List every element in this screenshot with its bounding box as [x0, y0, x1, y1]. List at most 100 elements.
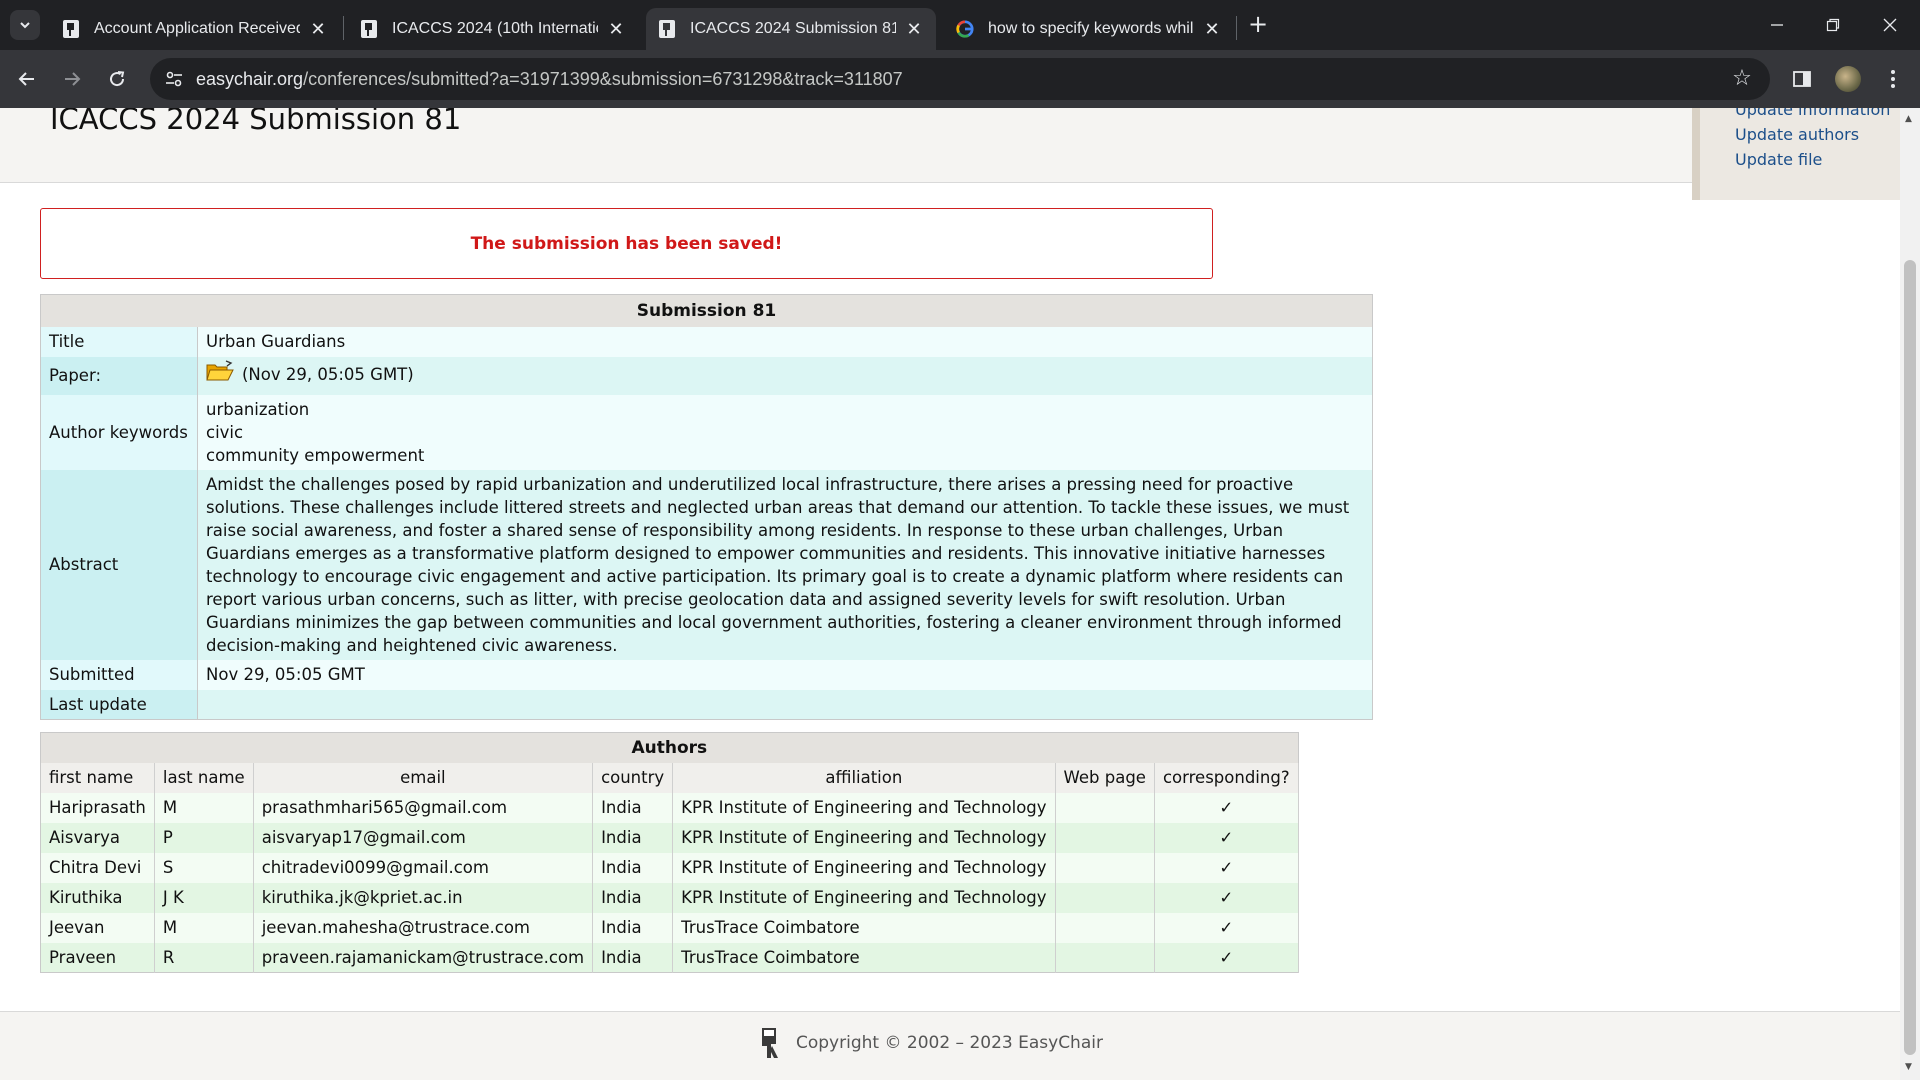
author-first-name: Praveen: [40, 942, 155, 973]
author-web-page: [1055, 882, 1155, 913]
tab-title: ICACCS 2024 Submission 81: [690, 20, 896, 37]
author-country: India: [592, 882, 674, 913]
author-last-name: J K: [154, 882, 254, 913]
author-web-page: [1055, 942, 1155, 973]
submitted-label: Submitted: [40, 659, 198, 690]
easychair-icon: [361, 20, 377, 38]
keywords-value: urbanization civic community empowerment: [197, 394, 1373, 470]
page-scrollbar[interactable]: ▲ ▼: [1900, 108, 1920, 1080]
minimize-icon: [1771, 24, 1783, 26]
author-email: jeevan.mahesha@trustrace.com: [253, 912, 594, 943]
author-country: India: [592, 792, 674, 823]
submitted-value: Nov 29, 05:05 GMT: [197, 659, 1373, 690]
url-text[interactable]: easychair.org/conferences/submitted?a=31…: [196, 69, 903, 90]
browser-menu-button[interactable]: [1878, 64, 1908, 94]
paper-value: (Nov 29, 05:05 GMT): [197, 356, 1373, 395]
author-email: aisvaryap17@gmail.com: [253, 822, 594, 853]
scroll-down-arrow-icon[interactable]: ▼: [1905, 1062, 1912, 1072]
tab-separator: [1236, 16, 1237, 40]
corresponding-check: ✓: [1154, 882, 1299, 913]
column-header: email: [253, 762, 594, 793]
title-row: Title Urban Guardians: [40, 326, 1373, 357]
side-panel-icon: [1793, 71, 1811, 87]
author-web-page: [1055, 792, 1155, 823]
easychair-icon: [63, 20, 79, 38]
tab-submission-81[interactable]: ICACCS 2024 Submission 81 ✕: [646, 8, 936, 50]
close-icon[interactable]: ✕: [904, 19, 924, 40]
submission-table: Submission 81 Title Urban Guardians Pape…: [40, 294, 1373, 720]
arrow-left-icon: [18, 72, 34, 86]
column-header: first name: [40, 762, 155, 793]
author-last-name: S: [154, 852, 254, 883]
authors-caption: Authors: [40, 732, 1299, 763]
side-panel-button[interactable]: [1787, 64, 1817, 94]
notice-text: The submission has been saved!: [470, 233, 783, 254]
author-row: Aisvarya P aisvaryap17@gmail.com India K…: [40, 822, 1299, 853]
close-window-button[interactable]: [1875, 10, 1905, 40]
update-authors-link[interactable]: Update authors: [1735, 125, 1859, 144]
authors-caption-row: Authors: [40, 732, 1299, 763]
page-header: ICACCS 2024 Submission 81: [0, 108, 1692, 183]
google-icon: [956, 20, 974, 38]
bookmark-star-icon[interactable]: ☆: [1730, 67, 1754, 91]
title-label: Title: [40, 326, 198, 357]
author-affiliation: KPR Institute of Engineering and Technol…: [672, 882, 1056, 913]
address-bar[interactable]: easychair.org/conferences/submitted?a=31…: [150, 58, 1770, 100]
tab-title: Account Application Received: [94, 20, 300, 37]
page-footer: Copyright © 2002 – 2023 EasyChair: [0, 1011, 1900, 1080]
site-settings-icon[interactable]: [162, 67, 186, 91]
author-affiliation: KPR Institute of Engineering and Technol…: [672, 852, 1056, 883]
paper-row: Paper: (Nov 29, 05:05 GMT): [40, 356, 1373, 395]
submitted-row: Submitted Nov 29, 05:05 GMT: [40, 659, 1373, 690]
author-first-name: Jeevan: [40, 912, 155, 943]
abstract-label: Abstract: [40, 469, 198, 660]
column-header: affiliation: [672, 762, 1056, 793]
column-header: Web page: [1055, 762, 1155, 793]
tab-search-button[interactable]: [10, 10, 40, 40]
forward-button[interactable]: [57, 64, 87, 94]
paper-label: Paper:: [40, 356, 198, 395]
side-menu: Update information Update authors Update…: [1692, 108, 1900, 200]
browser-toolbar: easychair.org/conferences/submitted?a=31…: [0, 50, 1920, 108]
author-email: chitradevi0099@gmail.com: [253, 852, 594, 883]
paper-timestamp: (Nov 29, 05:05 GMT): [242, 364, 414, 384]
close-icon[interactable]: ✕: [606, 19, 626, 40]
page-viewport: ICACCS 2024 Submission 81 Update informa…: [0, 108, 1900, 1080]
tab-icaccs-conference[interactable]: ICACCS 2024 (10th International ✕: [348, 8, 638, 50]
scrollbar-thumb[interactable]: [1904, 260, 1916, 1055]
corresponding-check: ✓: [1154, 822, 1299, 853]
url-path: /conferences/submitted?a=31971399&submis…: [303, 69, 903, 89]
keywords-row: Author keywords urbanization civic commu…: [40, 394, 1373, 470]
update-information-link[interactable]: Update information: [1735, 108, 1890, 119]
author-first-name: Kiruthika: [40, 882, 155, 913]
new-tab-button[interactable]: +: [1245, 12, 1271, 38]
copyright-text: Copyright © 2002 – 2023 EasyChair: [796, 1033, 1103, 1053]
avatar: [1835, 66, 1861, 92]
corresponding-check: ✓: [1154, 942, 1299, 973]
author-last-name: M: [154, 792, 254, 823]
author-affiliation: KPR Institute of Engineering and Technol…: [672, 822, 1056, 853]
chevron-down-icon: [20, 22, 30, 29]
author-web-page: [1055, 912, 1155, 943]
profile-button[interactable]: [1833, 64, 1863, 94]
update-file-link[interactable]: Update file: [1735, 150, 1822, 169]
column-header: corresponding?: [1154, 762, 1299, 793]
minimize-button[interactable]: [1762, 10, 1792, 40]
back-button[interactable]: [12, 64, 42, 94]
author-email: praveen.rajamanickam@trustrace.com: [253, 942, 594, 973]
close-icon[interactable]: ✕: [1202, 19, 1222, 40]
reload-button[interactable]: [102, 64, 132, 94]
scroll-up-arrow-icon[interactable]: ▲: [1905, 114, 1912, 124]
tab-account-application[interactable]: Account Application Received ✕: [50, 8, 340, 50]
author-email: prasathmhari565@gmail.com: [253, 792, 594, 823]
author-row: Praveen R praveen.rajamanickam@trustrace…: [40, 942, 1299, 973]
restore-button[interactable]: [1818, 10, 1848, 40]
open-folder-icon[interactable]: [206, 359, 234, 382]
tab-google-search[interactable]: how to specify keywords while s ✕: [944, 8, 1234, 50]
easychair-icon: [659, 20, 675, 38]
easychair-logo-icon: [762, 1028, 778, 1058]
author-last-name: P: [154, 822, 254, 853]
tab-bar: Account Application Received ✕ ICACCS 20…: [0, 0, 1920, 50]
close-icon[interactable]: ✕: [308, 19, 328, 40]
footer-content: Copyright © 2002 – 2023 EasyChair: [758, 1026, 1103, 1060]
